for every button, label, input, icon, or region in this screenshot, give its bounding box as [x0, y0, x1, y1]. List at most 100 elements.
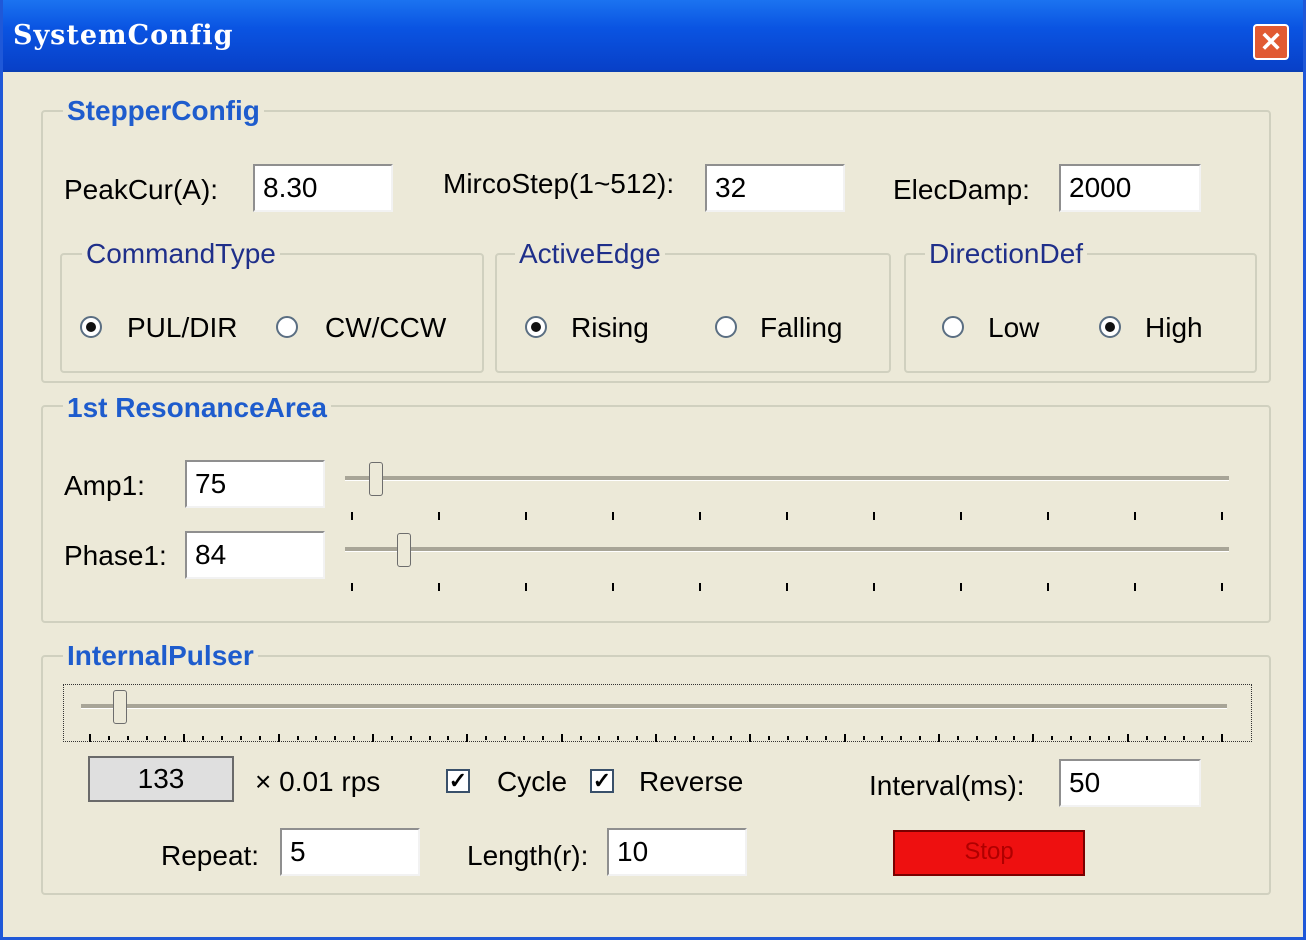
pulser-speed-value: 133	[88, 756, 234, 802]
amp1-slider-track[interactable]	[345, 476, 1229, 481]
microstep-input[interactable]: 32	[705, 164, 845, 212]
pulser-slider-minor-tick	[428, 736, 431, 740]
pulser-slider-minor-tick	[1126, 736, 1129, 740]
pulser-slider-minor-tick	[164, 736, 167, 740]
pulser-slider-minor-tick	[730, 736, 733, 740]
cw-ccw-label: CW/CCW	[325, 312, 447, 343]
pulser-slider-minor-tick	[956, 736, 959, 740]
cycle-checkbox[interactable]: ✓	[446, 769, 470, 793]
direction-def-title: DirectionDef	[925, 238, 1088, 270]
elec-damp-label: ElecDamp:	[893, 174, 1030, 205]
radio-low[interactable]	[942, 316, 964, 338]
pulser-slider-minor-tick	[1221, 736, 1223, 740]
pulser-slider-minor-tick	[768, 736, 771, 740]
radio-cw-ccw[interactable]	[276, 316, 298, 338]
pul-dir-label: PUL/DIR	[127, 312, 238, 343]
pulser-slider-minor-tick	[107, 736, 110, 740]
pulser-slider-focus	[63, 684, 1252, 742]
amp1-slider-tick	[525, 512, 527, 520]
pulser-slider-minor-tick	[862, 736, 865, 740]
pulser-slider-minor-tick	[938, 736, 940, 740]
pulser-slider-minor-tick	[805, 736, 808, 740]
pulser-slider-minor-tick	[598, 736, 601, 740]
amp1-slider-tick	[1221, 512, 1223, 520]
pulser-slider-minor-tick	[900, 736, 903, 740]
interval-input[interactable]: 50	[1059, 759, 1201, 807]
radio-rising[interactable]	[525, 316, 547, 338]
cycle-label: Cycle	[497, 766, 568, 797]
pulser-slider-minor-tick	[447, 736, 450, 740]
phase1-slider-thumb[interactable]	[397, 533, 411, 567]
pulser-slider-minor-tick	[787, 736, 790, 740]
length-input[interactable]: 10	[607, 828, 747, 876]
phase1-slider-tick	[438, 583, 440, 591]
amp1-label: Amp1:	[64, 470, 145, 501]
phase1-slider-track[interactable]	[345, 547, 1229, 552]
pulser-slider-minor-tick	[636, 736, 639, 740]
falling-label: Falling	[760, 312, 843, 343]
pulser-slider-minor-tick	[258, 736, 261, 740]
internal-pulser-title: InternalPulser	[63, 640, 258, 672]
pulser-slider-minor-tick	[1164, 736, 1167, 740]
repeat-label: Repeat:	[161, 840, 260, 871]
phase1-slider-tick	[873, 583, 875, 591]
phase1-slider-tick	[786, 583, 788, 591]
title-bar[interactable]: SystemConfig ✕	[3, 0, 1303, 72]
pulser-slider-minor-tick	[145, 736, 148, 740]
window-title: SystemConfig	[13, 20, 234, 51]
amp1-input[interactable]: 75	[185, 460, 325, 508]
pulser-slider-minor-tick	[239, 736, 242, 740]
command-type-title: CommandType	[82, 238, 280, 270]
close-icon: ✕	[1259, 27, 1283, 57]
radio-pul-dir[interactable]	[80, 316, 102, 338]
pulser-slider-track[interactable]	[81, 704, 1227, 709]
close-button[interactable]: ✕	[1253, 24, 1289, 60]
pulser-slider-minor-tick	[1070, 736, 1073, 740]
repeat-input[interactable]: 5	[280, 828, 420, 876]
check-icon: ✓	[592, 768, 612, 793]
pulser-slider-minor-tick	[485, 736, 488, 740]
amp1-slider-tick	[1134, 512, 1136, 520]
pulser-slider-minor-tick	[296, 736, 299, 740]
pulser-slider-minor-tick	[919, 736, 922, 740]
pulser-slider-minor-tick	[881, 736, 884, 740]
amp1-slider-thumb[interactable]	[369, 462, 383, 496]
check-icon: ✓	[448, 768, 468, 793]
elec-damp-input[interactable]: 2000	[1059, 164, 1201, 212]
phase1-slider-tick	[351, 583, 353, 591]
pulser-slider-thumb[interactable]	[113, 690, 127, 724]
phase1-slider-tick	[1134, 583, 1136, 591]
resonance-group	[41, 405, 1271, 623]
phase1-label: Phase1:	[64, 540, 167, 571]
pulser-slider-minor-tick	[655, 736, 657, 740]
pulser-slider-minor-tick	[994, 736, 997, 740]
pulser-slider-minor-tick	[1088, 736, 1091, 740]
amp1-slider-tick	[612, 512, 614, 520]
active-edge-title: ActiveEdge	[515, 238, 665, 270]
radio-high[interactable]	[1099, 316, 1121, 338]
reverse-checkbox[interactable]: ✓	[590, 769, 614, 793]
stepper-config-title: StepperConfig	[63, 95, 264, 127]
pulser-slider-minor-tick	[522, 736, 525, 740]
pulser-slider-minor-tick	[560, 736, 563, 740]
microstep-label: MircoStep(1~512):	[443, 168, 675, 199]
peak-current-label: PeakCur(A):	[64, 174, 219, 205]
pulser-slider-minor-tick	[409, 736, 412, 740]
pulser-slider-minor-tick	[1202, 736, 1205, 740]
stop-button[interactable]: Stop	[893, 830, 1085, 876]
pulser-slider-minor-tick	[579, 736, 582, 740]
pulser-slider-minor-tick	[183, 736, 186, 740]
pulser-slider-minor-tick	[334, 736, 337, 740]
radio-falling[interactable]	[715, 316, 737, 338]
amp1-slider-tick	[699, 512, 701, 520]
amp1-slider-tick	[960, 512, 962, 520]
pulser-slider-minor-tick	[617, 736, 620, 740]
direction-def-group	[904, 253, 1257, 373]
peak-current-input[interactable]: 8.30	[253, 164, 393, 212]
phase1-input[interactable]: 84	[185, 531, 325, 579]
amp1-slider-tick	[1047, 512, 1049, 520]
pulser-slider-minor-tick	[749, 736, 752, 740]
pulser-slider-minor-tick	[202, 736, 205, 740]
amp1-slider-tick	[438, 512, 440, 520]
phase1-slider-tick	[1221, 583, 1223, 591]
